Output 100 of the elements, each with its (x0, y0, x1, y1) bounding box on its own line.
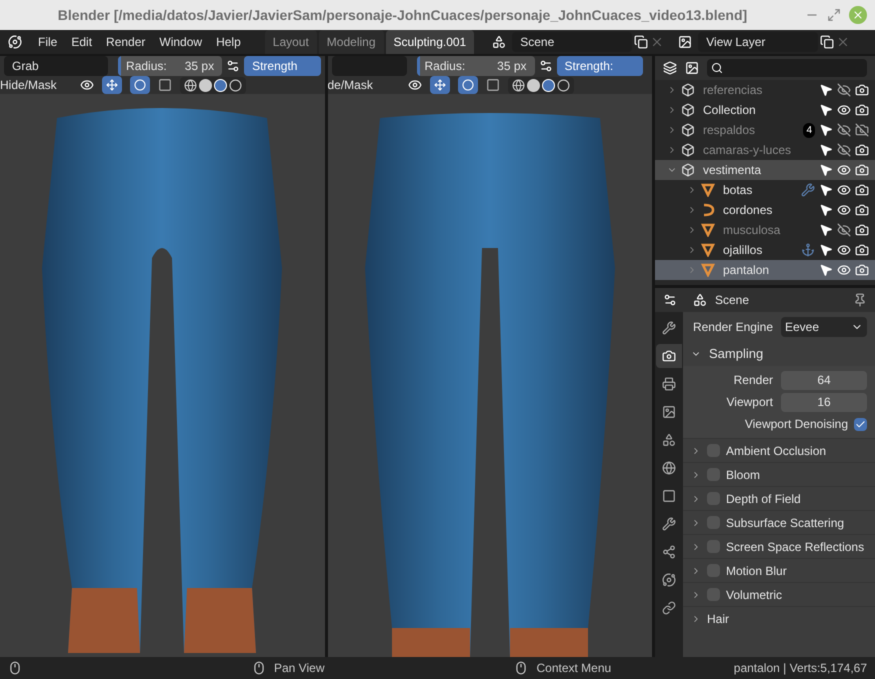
camera-icon[interactable] (855, 203, 869, 217)
view-layer-icon[interactable] (678, 35, 692, 49)
rendered-icon[interactable] (229, 78, 242, 92)
checkbox[interactable] (707, 516, 720, 529)
eye-closed-icon[interactable] (837, 83, 851, 97)
outliner-row[interactable]: Collection (655, 100, 875, 120)
material-icon[interactable] (214, 78, 227, 92)
tool-field[interactable] (332, 56, 406, 76)
checkbox[interactable] (707, 468, 720, 481)
panel-header[interactable]: Depth of Field (683, 486, 875, 510)
workspace-tab[interactable]: Modeling (318, 30, 384, 54)
overlay-button[interactable] (458, 76, 478, 94)
scene-field[interactable]: Scene (512, 32, 632, 52)
eye-icon[interactable] (837, 183, 851, 197)
menu-item[interactable]: Render (100, 33, 152, 51)
material-icon[interactable] (542, 78, 554, 92)
outliner-row[interactable]: camaras-y-luces (655, 140, 875, 160)
display-mode-icon[interactable] (663, 61, 677, 75)
radius-slider[interactable]: Radius: 35 px (416, 56, 534, 76)
camera-icon[interactable] (855, 143, 869, 157)
wireframe-icon[interactable] (512, 78, 524, 92)
outliner-row[interactable]: pantalon (655, 260, 875, 280)
number-field[interactable]: 16 (781, 392, 867, 412)
workspace-tab[interactable]: Sculpting.001 (386, 30, 474, 54)
panel-header[interactable]: Motion Blur (683, 558, 875, 582)
camera-icon[interactable] (855, 223, 869, 237)
eye-closed-icon[interactable] (837, 223, 851, 237)
strength-slider[interactable]: Strength (244, 56, 321, 76)
outliner-row[interactable]: referencias (655, 80, 875, 100)
outliner-row[interactable]: botas (655, 180, 875, 200)
shading-buttons[interactable] (508, 76, 574, 94)
wrench-icon[interactable] (801, 183, 815, 197)
view-layer-field[interactable]: View Layer (698, 32, 818, 52)
search-field[interactable] (707, 59, 867, 77)
wireframe-icon[interactable] (184, 78, 197, 92)
pin-icon[interactable] (853, 293, 867, 307)
camera-icon[interactable] (855, 83, 869, 97)
visibility-icon[interactable] (408, 78, 422, 92)
checkbox[interactable] (707, 564, 720, 577)
checkbox[interactable] (707, 492, 720, 505)
outliner-row[interactable]: ojalillos (655, 240, 875, 260)
checkbox[interactable] (707, 444, 720, 457)
menu-item[interactable]: Window (153, 33, 208, 51)
select-icon[interactable] (819, 103, 833, 117)
render-engine-dropdown[interactable]: Eevee (781, 317, 867, 337)
outliner-row[interactable]: respaldos 4 (655, 120, 875, 140)
panel-header[interactable]: Ambient Occlusion (683, 438, 875, 462)
camera-off-icon[interactable] (855, 123, 869, 137)
maximize-icon[interactable] (827, 8, 841, 22)
shading-buttons[interactable] (180, 76, 246, 94)
outliner-row[interactable]: cordones (655, 200, 875, 220)
eye-icon[interactable] (837, 203, 851, 217)
camera-icon[interactable] (855, 183, 869, 197)
menu-item[interactable]: Edit (65, 33, 98, 51)
checkbox[interactable] (707, 588, 720, 601)
panel-header[interactable]: Subsurface Scattering (683, 510, 875, 534)
copy-icon[interactable] (820, 35, 834, 49)
eye-icon[interactable] (837, 103, 851, 117)
app-logo-icon[interactable] (8, 35, 22, 49)
eye-closed-icon[interactable] (837, 123, 851, 137)
gizmo-button[interactable] (102, 76, 122, 94)
solid-icon[interactable] (199, 78, 212, 92)
panel-header[interactable]: Bloom (683, 462, 875, 486)
eye-closed-icon[interactable] (837, 143, 851, 157)
radius-slider[interactable]: Radius: 35 px (118, 56, 222, 76)
tool-field[interactable]: Grab (4, 56, 108, 76)
rendered-icon[interactable] (556, 78, 570, 92)
eye-icon[interactable] (837, 163, 851, 177)
eye-icon[interactable] (837, 263, 851, 277)
select-icon[interactable] (819, 183, 833, 197)
visibility-icon[interactable] (80, 78, 94, 92)
panel-header[interactable]: Volumetric (683, 582, 875, 606)
camera-icon[interactable] (855, 163, 869, 177)
menu-item[interactable]: Help (210, 33, 247, 51)
solid-icon[interactable] (526, 78, 540, 92)
camera-icon[interactable] (855, 103, 869, 117)
workspace-tab[interactable]: Layout (264, 30, 317, 54)
checkbox[interactable] (707, 540, 720, 553)
camera-icon[interactable] (855, 243, 869, 257)
panel-header[interactable]: Screen Space Reflections (683, 534, 875, 558)
select-icon[interactable] (819, 123, 833, 137)
hook-icon[interactable] (801, 243, 815, 257)
number-field[interactable]: 64 (781, 370, 867, 390)
select-icon[interactable] (819, 83, 833, 97)
overlay-button[interactable] (130, 76, 150, 94)
outliner-row[interactable]: musculosa (655, 220, 875, 240)
select-icon[interactable] (819, 163, 833, 177)
camera-icon[interactable] (855, 263, 869, 277)
select-icon[interactable] (819, 263, 833, 277)
select-icon[interactable] (819, 143, 833, 157)
checkbox[interactable] (854, 418, 867, 430)
menu-item[interactable]: File (32, 33, 64, 51)
copy-icon[interactable] (634, 35, 648, 49)
panel-header[interactable]: Hair (683, 606, 875, 630)
gizmo-button[interactable] (430, 76, 450, 94)
strength-slider[interactable]: Strength: (556, 56, 642, 76)
select-icon[interactable] (819, 203, 833, 217)
eye-icon[interactable] (837, 243, 851, 257)
outliner-row[interactable]: vestimenta (655, 160, 875, 180)
select-icon[interactable] (819, 223, 833, 237)
